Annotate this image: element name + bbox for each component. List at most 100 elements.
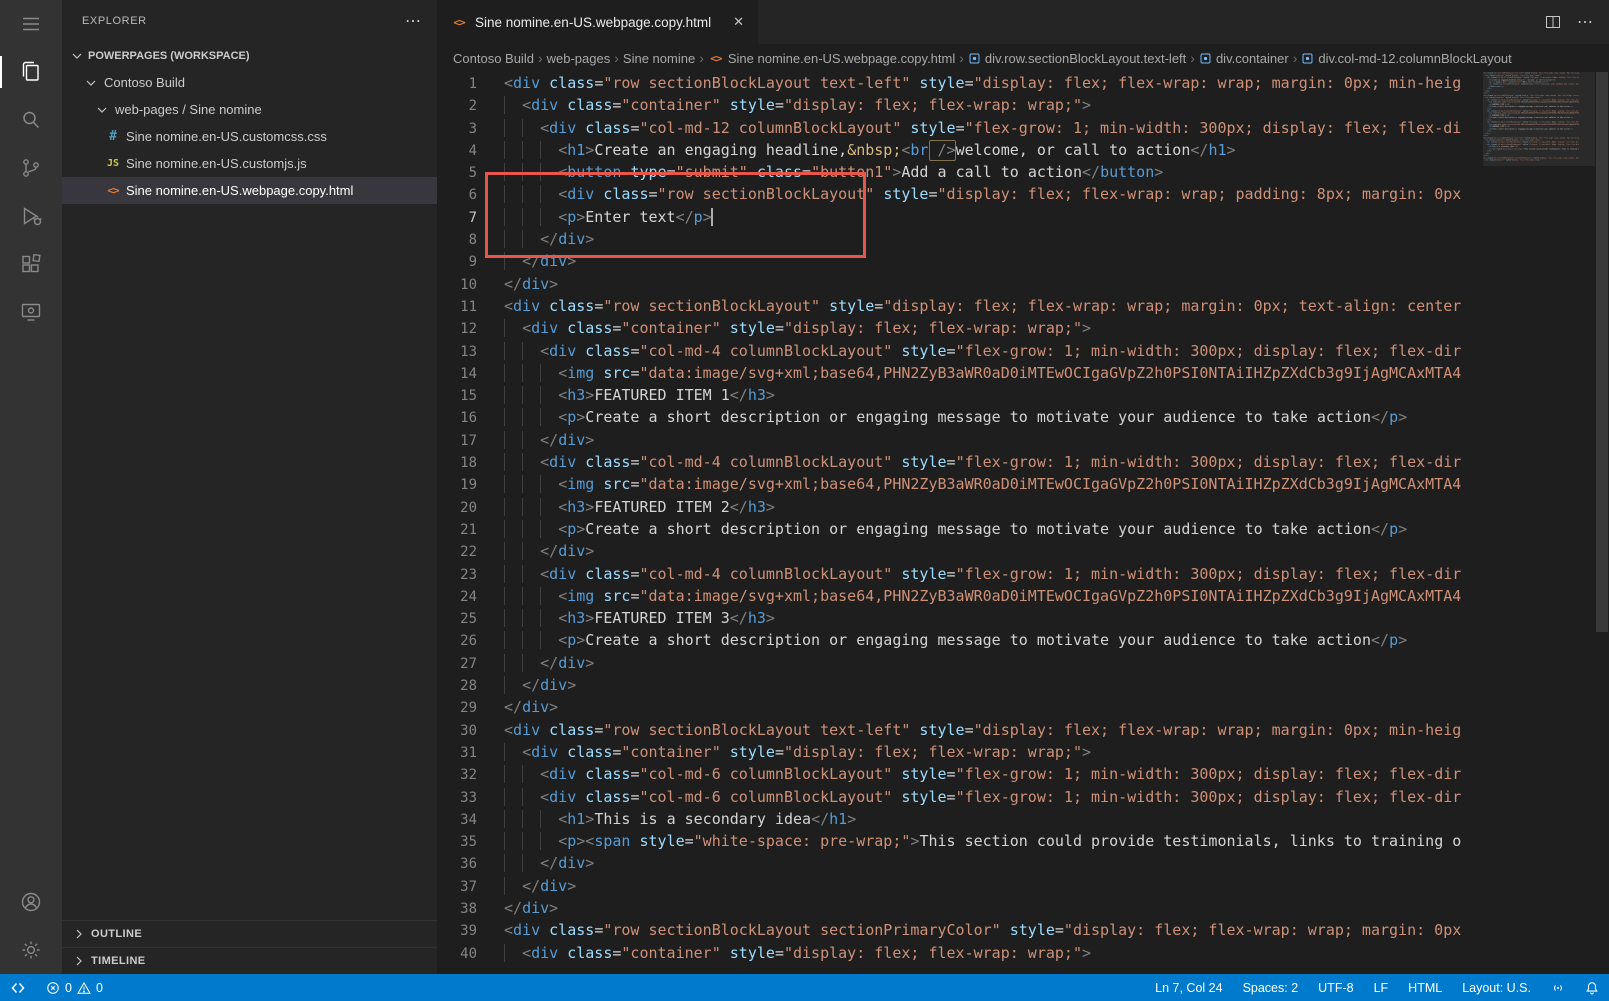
- remote-explorer-button[interactable]: [0, 288, 62, 336]
- breadcrumb-item[interactable]: web-pages: [547, 51, 611, 66]
- code-line[interactable]: 15 <h3>FEATURED ITEM 1</h3>: [437, 384, 1483, 406]
- breadcrumb-item[interactable]: div.row.sectionBlockLayout.text-left: [968, 51, 1186, 66]
- code-line[interactable]: 21 <p>Create a short description or enga…: [437, 518, 1483, 540]
- tree-item-folder[interactable]: web-pages / Sine nomine: [62, 96, 437, 123]
- line-number: 20: [437, 497, 477, 519]
- code-line[interactable]: 30<div class="row sectionBlockLayout tex…: [437, 719, 1483, 741]
- status-cursor-position[interactable]: Ln 7, Col 24: [1145, 974, 1232, 1001]
- extensions-button[interactable]: [0, 240, 62, 288]
- status-encoding[interactable]: UTF-8: [1308, 974, 1363, 1001]
- line-number: 26: [437, 630, 477, 652]
- status-label: LF: [1374, 981, 1389, 995]
- sidebar-more-actions-icon[interactable]: ⋯: [405, 11, 421, 31]
- split-editor-icon[interactable]: [1545, 14, 1561, 30]
- code-line[interactable]: 22 </div>: [437, 540, 1483, 562]
- breadcrumb-separator: ›: [538, 50, 543, 66]
- code-line[interactable]: 16 <p>Create a short description or enga…: [437, 406, 1483, 428]
- settings-gear-button[interactable]: [0, 926, 62, 974]
- breadcrumb-item[interactable]: <>Sine nomine.en-US.webpage.copy.html: [708, 51, 955, 66]
- code-line[interactable]: 40 <div class="container" style="display…: [437, 942, 1483, 964]
- accounts-button[interactable]: [0, 878, 62, 926]
- code-line[interactable]: 37 </div>: [437, 875, 1483, 897]
- workspace-label: POWERPAGES (WORKSPACE): [88, 50, 250, 62]
- code-line[interactable]: 24 <img src="data:image/svg+xml;base64,P…: [437, 585, 1483, 607]
- scrollbar-thumb[interactable]: [1596, 72, 1608, 632]
- code-line[interactable]: 3 <div class="col-md-12 columnBlockLayou…: [437, 117, 1483, 139]
- code-line[interactable]: 39<div class="row sectionBlockLayout sec…: [437, 919, 1483, 941]
- code-line[interactable]: 8 </div>: [437, 228, 1483, 250]
- code-line[interactable]: 33 <div class="col-md-6 columnBlockLayou…: [437, 786, 1483, 808]
- breadcrumb-label: div.row.sectionBlockLayout.text-left: [985, 51, 1186, 66]
- code-line[interactable]: 14 <img src="data:image/svg+xml;base64,P…: [437, 362, 1483, 384]
- line-number: 34: [437, 809, 477, 831]
- code-line[interactable]: 1<div class="row sectionBlockLayout text…: [437, 72, 1483, 94]
- code-line[interactable]: 19 <img src="data:image/svg+xml;base64,P…: [437, 473, 1483, 495]
- line-number: 1: [437, 73, 477, 95]
- code-line[interactable]: 18 <div class="col-md-4 columnBlockLayou…: [437, 451, 1483, 473]
- code-line[interactable]: 11<div class="row sectionBlockLayout" st…: [437, 295, 1483, 317]
- minimap-slider[interactable]: [1483, 72, 1595, 166]
- code-line[interactable]: 35 <p><span style="white-space: pre-wrap…: [437, 830, 1483, 852]
- status-eol[interactable]: LF: [1364, 974, 1399, 1001]
- feedback-icon[interactable]: [1541, 974, 1575, 1001]
- tree-item-js[interactable]: JSSine nomine.en-US.customjs.js: [62, 150, 437, 177]
- code-editor[interactable]: 1 <div class="row sectionBlockLayout text…: [437, 72, 1609, 974]
- code-line[interactable]: 31 <div class="container" style="display…: [437, 741, 1483, 763]
- warning-icon: [77, 981, 91, 995]
- code-line[interactable]: 5 <button type="submit" class="button1">…: [437, 161, 1483, 183]
- code-line[interactable]: 9 </div>: [437, 250, 1483, 272]
- code-line[interactable]: 12 <div class="container" style="display…: [437, 317, 1483, 339]
- code-line[interactable]: 38</div>: [437, 897, 1483, 919]
- status-keyboard-layout[interactable]: Layout: U.S.: [1452, 974, 1541, 1001]
- remote-indicator[interactable]: [0, 974, 36, 1001]
- editor-tab[interactable]: <> Sine nomine.en-US.webpage.copy.html ✕: [437, 0, 758, 44]
- breadcrumb-item[interactable]: Contoso Build: [453, 51, 534, 66]
- code-line[interactable]: 4 <h1>Create an engaging headline,&nbsp;…: [437, 139, 1483, 161]
- extensions-icon: [19, 252, 43, 276]
- editor-scrollbar[interactable]: [1595, 72, 1609, 974]
- editor-more-actions-icon[interactable]: ⋯: [1577, 12, 1593, 32]
- line-number: 36: [437, 853, 477, 875]
- code-line[interactable]: 29</div>: [437, 696, 1483, 718]
- code-line[interactable]: 27 </div>: [437, 652, 1483, 674]
- panel-timeline[interactable]: TIMELINE: [62, 947, 437, 974]
- tree-item-css[interactable]: #Sine nomine.en-US.customcss.css: [62, 123, 437, 150]
- line-number: 21: [437, 519, 477, 541]
- line-number: 18: [437, 452, 477, 474]
- code-line[interactable]: 7 <p>Enter text</p>: [437, 206, 1483, 228]
- code-line[interactable]: 34 <h1>This is a secondary idea</h1>: [437, 808, 1483, 830]
- breadcrumb-item[interactable]: Sine nomine: [623, 51, 695, 66]
- notifications-bell-icon[interactable]: [1575, 974, 1609, 1001]
- code-line[interactable]: 2 <div class="container" style="display:…: [437, 94, 1483, 116]
- chevron-down-icon: [69, 48, 85, 64]
- line-number: 38: [437, 898, 477, 920]
- source-control-button[interactable]: [0, 144, 62, 192]
- code-line[interactable]: 10</div>: [437, 273, 1483, 295]
- menu-button[interactable]: [0, 0, 62, 48]
- search-button[interactable]: [0, 96, 62, 144]
- status-language-mode[interactable]: HTML: [1398, 974, 1452, 1001]
- tab-close-icon[interactable]: ✕: [733, 14, 744, 30]
- code-line[interactable]: 25 <h3>FEATURED ITEM 3</h3>: [437, 607, 1483, 629]
- status-indentation[interactable]: Spaces: 2: [1233, 974, 1309, 1001]
- explorer-button[interactable]: [0, 48, 62, 96]
- code-line[interactable]: 6 <div class="row sectionBlockLayout" st…: [437, 183, 1483, 205]
- run-debug-button[interactable]: [0, 192, 62, 240]
- minimap[interactable]: <div class="row sectionBlockLayout text-…: [1483, 72, 1595, 974]
- tree-item-folder[interactable]: Contoso Build: [62, 69, 437, 96]
- problems-indicator[interactable]: 00: [36, 974, 113, 1001]
- panel-outline[interactable]: OUTLINE: [62, 920, 437, 947]
- code-line[interactable]: 20 <h3>FEATURED ITEM 2</h3>: [437, 496, 1483, 518]
- code-line[interactable]: 36 </div>: [437, 852, 1483, 874]
- breadcrumb-separator: ›: [1190, 50, 1195, 66]
- workspace-header[interactable]: POWERPAGES (WORKSPACE): [62, 42, 437, 69]
- code-line[interactable]: 32 <div class="col-md-6 columnBlockLayou…: [437, 763, 1483, 785]
- code-line[interactable]: 28 </div>: [437, 674, 1483, 696]
- breadcrumb-item[interactable]: div.col-md-12.columnBlockLayout: [1301, 51, 1511, 66]
- tree-item-html[interactable]: <>Sine nomine.en-US.webpage.copy.html: [62, 177, 437, 204]
- breadcrumb-item[interactable]: div.container: [1199, 51, 1289, 66]
- code-line[interactable]: 13 <div class="col-md-4 columnBlockLayou…: [437, 340, 1483, 362]
- code-line[interactable]: 23 <div class="col-md-4 columnBlockLayou…: [437, 563, 1483, 585]
- code-line[interactable]: 26 <p>Create a short description or enga…: [437, 629, 1483, 651]
- code-line[interactable]: 17 </div>: [437, 429, 1483, 451]
